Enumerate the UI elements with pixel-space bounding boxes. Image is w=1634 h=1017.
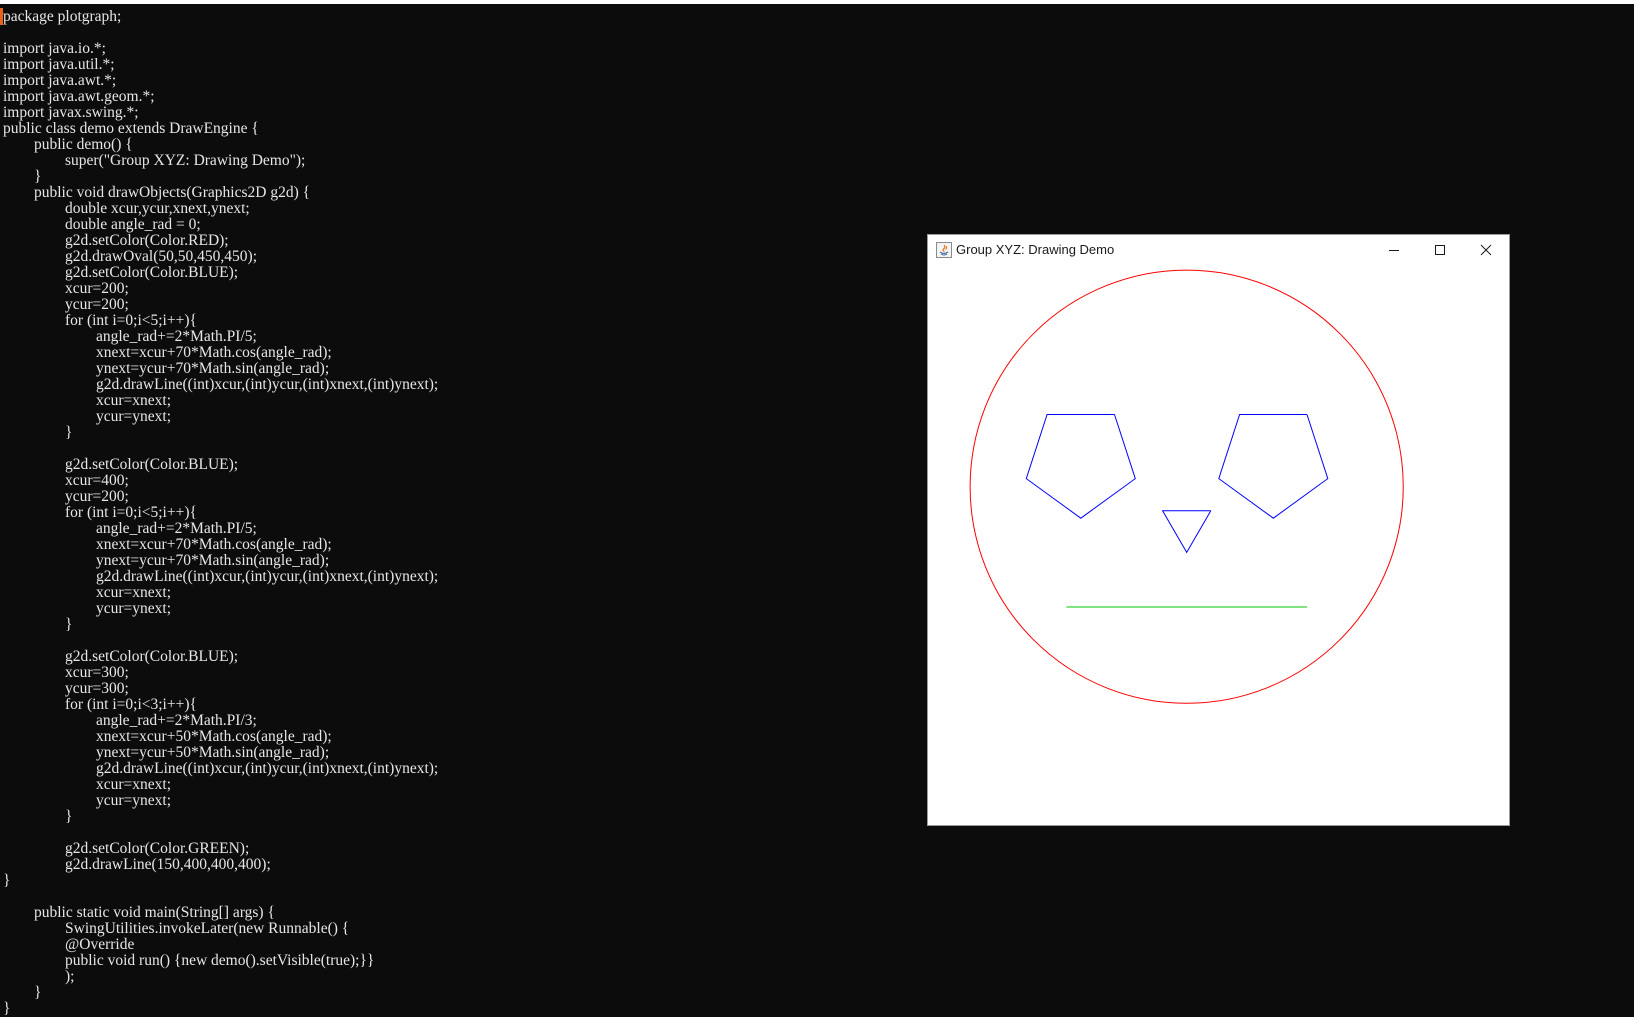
close-button[interactable] <box>1463 235 1509 265</box>
code-line: for (int i=0;i<5;i++){ <box>3 312 197 329</box>
code-line: angle_rad+=2*Math.PI/3; <box>3 712 257 729</box>
drawing-canvas <box>969 269 1404 704</box>
code-line: ycur=200; <box>3 296 129 313</box>
code-line: for (int i=0;i<5;i++){ <box>3 504 197 521</box>
nose-triangle <box>1161 510 1212 554</box>
code-line: g2d.setColor(Color.BLUE); <box>3 456 239 473</box>
code-line: g2d.setColor(Color.RED); <box>3 232 229 249</box>
code-line: g2d.setColor(Color.BLUE); <box>3 648 239 665</box>
code-line: xnext=xcur+70*Math.cos(angle_rad); <box>3 536 332 553</box>
code-line: SwingUtilities.invokeLater(new Runnable(… <box>3 920 350 937</box>
window-title: Group XYZ: Drawing Demo <box>956 242 1115 257</box>
code-line: ); <box>3 968 75 985</box>
code-line: xcur=xnext; <box>3 392 172 409</box>
code-line: g2d.drawLine(150,400,400,400); <box>3 856 271 873</box>
code-line: xnext=xcur+50*Math.cos(angle_rad); <box>3 728 332 745</box>
app-window[interactable]: Group XYZ: Drawing Demo <box>927 234 1510 826</box>
code-line: } <box>3 984 42 1001</box>
code-line: public static void main(String[] args) { <box>3 904 275 921</box>
code-line: xcur=200; <box>3 280 129 297</box>
close-icon <box>1480 244 1492 256</box>
code-line: public void run() {new demo().setVisible… <box>3 952 375 969</box>
code-line: public class demo extends DrawEngine { <box>3 120 259 137</box>
maximize-icon <box>1435 245 1445 255</box>
code-line: import java.awt.geom.*; <box>3 88 155 105</box>
code-line: ynext=ycur+70*Math.sin(angle_rad); <box>3 552 330 569</box>
code-line: g2d.setColor(Color.BLUE); <box>3 264 239 281</box>
left-eye-pentagon <box>1025 414 1136 519</box>
code-line: } <box>3 424 73 441</box>
maximize-button[interactable] <box>1417 235 1463 265</box>
right-eye-pentagon <box>1218 414 1329 519</box>
code-line: @Override <box>3 936 135 953</box>
window-titlebar[interactable]: Group XYZ: Drawing Demo <box>928 235 1509 265</box>
code-line: ycur=ynext; <box>3 408 172 425</box>
code-line: } <box>3 872 11 889</box>
code-line: package plotgraph; <box>3 8 122 25</box>
code-line: g2d.setColor(Color.GREEN); <box>3 840 250 857</box>
minimize-button[interactable] <box>1371 235 1417 265</box>
code-line: angle_rad+=2*Math.PI/5; <box>3 328 257 345</box>
code-line: } <box>3 1000 11 1017</box>
code-line: ycur=ynext; <box>3 792 172 809</box>
java-icon <box>936 242 952 258</box>
code-line: for (int i=0;i<3;i++){ <box>3 696 197 713</box>
code-line: xcur=300; <box>3 664 129 681</box>
code-line: } <box>3 808 73 825</box>
code-line: xcur=xnext; <box>3 776 172 793</box>
code-line: import java.awt.*; <box>3 72 117 89</box>
code-line: xnext=xcur+70*Math.cos(angle_rad); <box>3 344 332 361</box>
code-line: xcur=400; <box>3 472 129 489</box>
code-line: g2d.drawLine((int)xcur,(int)ycur,(int)xn… <box>3 376 439 393</box>
minimize-icon <box>1389 250 1399 251</box>
code-line: import java.io.*; <box>3 40 106 57</box>
code-line: xcur=xnext; <box>3 584 172 601</box>
code-line: g2d.drawLine((int)xcur,(int)ycur,(int)xn… <box>3 568 439 585</box>
code-line: } <box>3 616 73 633</box>
code-line: g2d.drawLine((int)xcur,(int)ycur,(int)xn… <box>3 760 439 777</box>
code-line: double angle_rad = 0; <box>3 216 201 233</box>
code-line: double xcur,ycur,xnext,ynext; <box>3 200 250 217</box>
code-line: ycur=200; <box>3 488 129 505</box>
face-oval <box>969 269 1404 704</box>
code-line: angle_rad+=2*Math.PI/5; <box>3 520 257 537</box>
code-line: public demo() { <box>3 136 133 153</box>
code-line: ynext=ycur+70*Math.sin(angle_rad); <box>3 360 330 377</box>
code-line: g2d.drawOval(50,50,450,450); <box>3 248 257 265</box>
code-line: ycur=300; <box>3 680 129 697</box>
code-line: } <box>3 168 42 185</box>
code-line: import javax.swing.*; <box>3 104 139 121</box>
code-line: import java.util.*; <box>3 56 115 73</box>
code-text-area[interactable]: package plotgraph; import java.io.*; impor… <box>3 9 438 1017</box>
code-line: ynext=ycur+50*Math.sin(angle_rad); <box>3 744 330 761</box>
code-line: ycur=ynext; <box>3 600 172 617</box>
code-line: public void drawObjects(Graphics2D g2d) … <box>3 184 311 201</box>
code-line: super("Group XYZ: Drawing Demo"); <box>3 152 306 169</box>
